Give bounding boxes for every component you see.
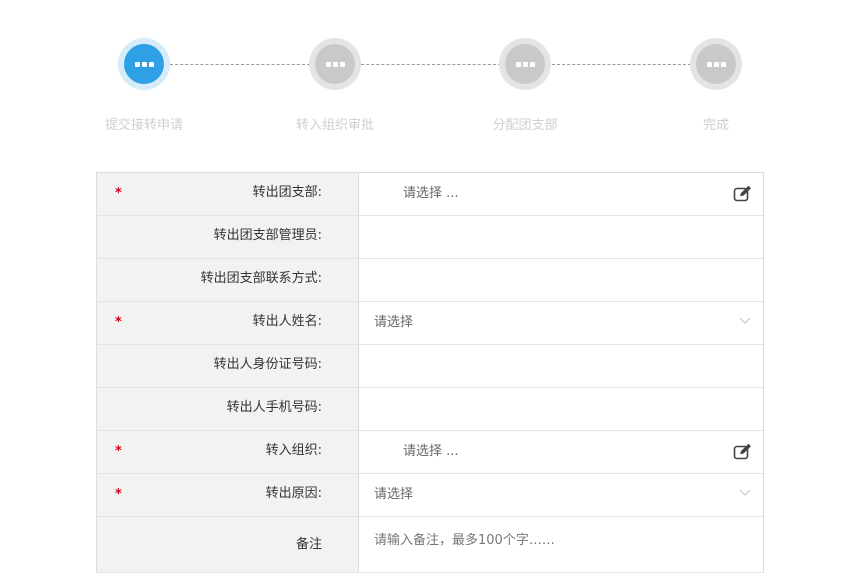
out-contact-field[interactable] [359,259,763,301]
phone-label: 转出人手机号码: [226,400,322,415]
step-1-indicator [118,38,170,90]
phone-field[interactable] [359,388,763,430]
step-3-indicator [499,38,551,90]
remark-label: 备注 [295,537,322,552]
reason-select[interactable]: 请选择 [359,474,763,516]
form-row-id-number: 转出人身份证号码: [97,345,763,388]
form-row-phone: 转出人手机号码: [97,388,763,431]
step-connector [552,64,691,65]
form-row-out-contact: 转出团支部联系方式: [97,259,763,302]
out-contact-label: 转出团支部联系方式: [200,271,322,286]
progress-steps: 提交接转申请 转入组织审批 分配团支部 完成 [0,0,865,150]
id-number-field[interactable] [359,345,763,387]
form-row-out-admin: 转出团支部管理员: [97,216,763,259]
reason-label: 转出原因: [265,486,322,501]
more-dots-icon [134,61,154,67]
step-1-label: 提交接转申请 [104,118,183,133]
form-row-in-org: * 转入组织: 请选择 ... [97,431,763,474]
step-2-indicator [309,38,361,90]
out-admin-field[interactable] [359,216,763,258]
out-branch-picker[interactable]: 请选择 ... [359,173,763,215]
chevron-down-icon [739,489,751,496]
out-branch-label: 转出团支部: [252,185,322,200]
in-org-label: 转入组织: [265,443,322,458]
more-dots-icon [515,61,535,67]
form-row-remark: 备注 请输入备注，最多100个字…… [97,517,763,573]
transfer-form: * 转出团支部: 请选择 ... 转出团支部管理员: 转出团支部联系方式: * … [96,172,764,573]
step-connector [170,64,310,65]
step-connector [361,64,501,65]
out-branch-value: 请选择 ... [403,186,459,201]
form-row-person-name: * 转出人姓名: 请选择 [97,302,763,345]
reason-value: 请选择 [374,487,414,502]
more-dots-icon [325,61,345,67]
required-mark: * [115,444,122,459]
step-4-indicator [690,38,742,90]
chevron-down-icon [739,317,751,324]
form-row-reason: * 转出原因: 请选择 [97,474,763,517]
edit-icon[interactable] [733,443,753,461]
out-admin-label: 转出团支部管理员: [213,228,322,243]
person-name-value: 请选择 [374,315,414,330]
id-number-label: 转出人身份证号码: [213,357,322,372]
in-org-picker[interactable]: 请选择 ... [359,431,763,473]
step-3-label: 分配团支部 [492,118,558,133]
form-row-out-branch: * 转出团支部: 请选择 ... [97,173,763,216]
remark-placeholder: 请输入备注，最多100个字…… [374,533,555,548]
step-2-label: 转入组织审批 [295,118,374,133]
edit-icon[interactable] [733,185,753,203]
required-mark: * [115,186,122,201]
remark-textarea[interactable]: 请输入备注，最多100个字…… [359,517,763,572]
in-org-value: 请选择 ... [403,444,459,459]
more-dots-icon [706,61,726,67]
required-mark: * [115,315,122,330]
person-name-label: 转出人姓名: [252,314,322,329]
person-name-select[interactable]: 请选择 [359,302,763,344]
step-4-label: 完成 [702,118,729,133]
required-mark: * [115,487,122,502]
